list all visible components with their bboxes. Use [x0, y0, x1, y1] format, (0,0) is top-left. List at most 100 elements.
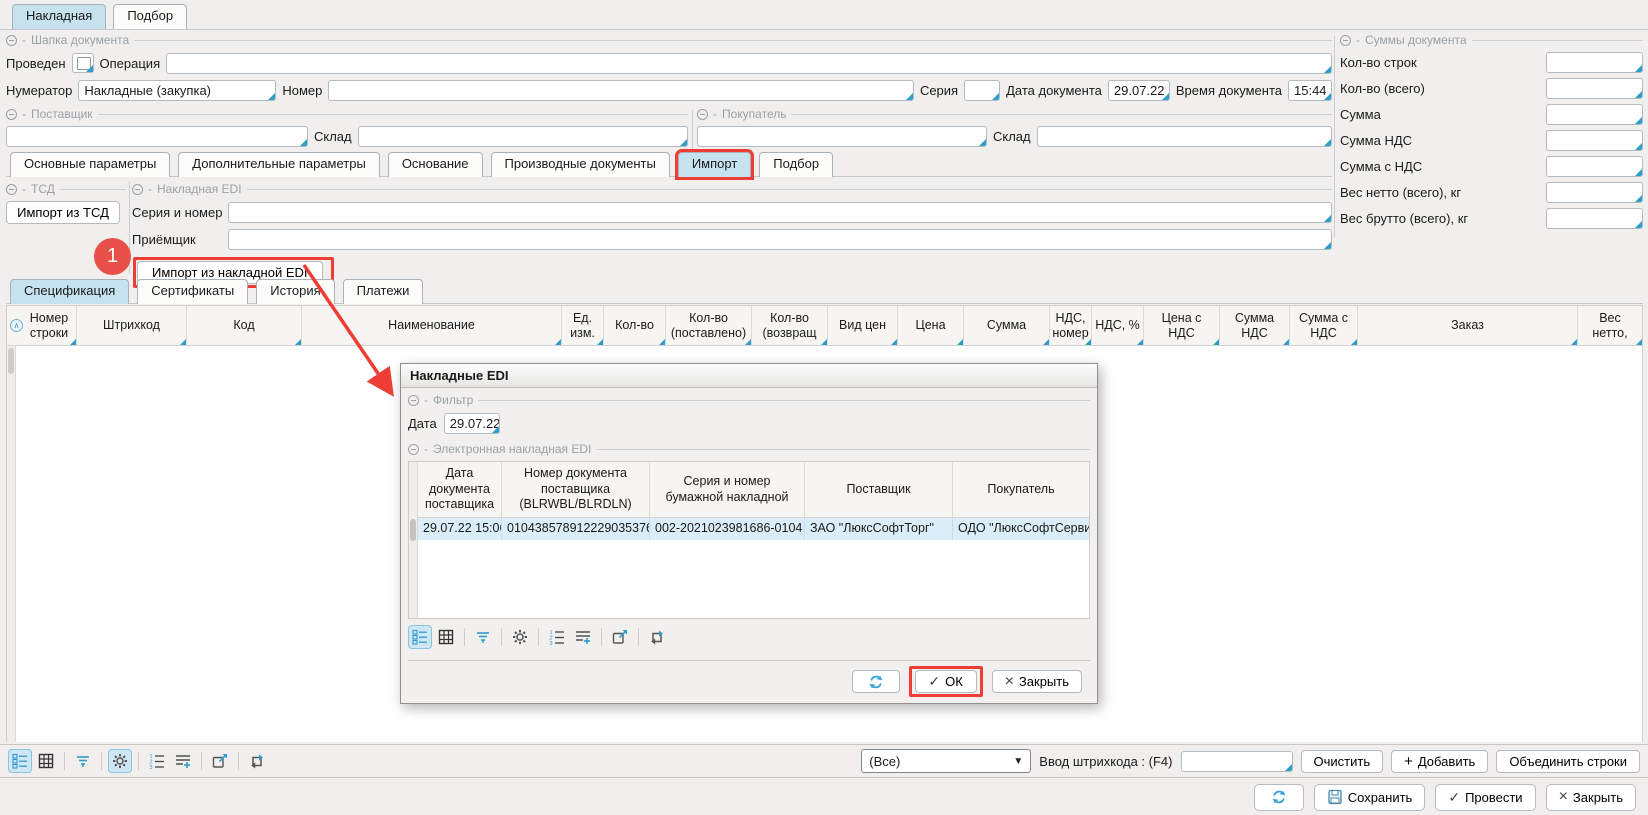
tab-main-params[interactable]: Основные параметры — [10, 152, 170, 177]
supplier-warehouse-input[interactable] — [358, 126, 688, 147]
column-header-unit[interactable]: Ед. изм. — [562, 306, 604, 345]
vertical-scrollbar[interactable] — [409, 462, 418, 618]
column-header-paper-series-number[interactable]: Серия и номер бумажной накладной — [650, 462, 805, 517]
gross-weight-input[interactable] — [1546, 208, 1643, 229]
series-input[interactable] — [964, 80, 1000, 101]
column-header-buyer[interactable]: Покупатель — [953, 462, 1089, 517]
column-header-vat-percent[interactable]: НДС, % — [1092, 306, 1144, 345]
sum-input[interactable] — [1546, 104, 1643, 125]
edi-series-number-input[interactable] — [228, 202, 1332, 223]
sum-with-vat-input[interactable] — [1546, 156, 1643, 177]
net-weight-input[interactable] — [1546, 182, 1643, 203]
scrollbar-thumb[interactable] — [410, 519, 416, 541]
tab-derived-docs[interactable]: Производные документы — [491, 152, 670, 177]
post-button[interactable]: ✓ Провести — [1435, 784, 1535, 811]
column-header-net-weight[interactable]: Вес нетто, — [1578, 306, 1642, 345]
column-header-price[interactable]: Цена — [898, 306, 964, 345]
reload-icon[interactable] — [645, 625, 669, 649]
column-header-qty[interactable]: Кол-во — [604, 306, 666, 345]
numerator-input[interactable]: Накладные (закупка) — [78, 80, 276, 101]
collapse-icon[interactable] — [6, 35, 17, 46]
add-rows-icon[interactable] — [571, 625, 595, 649]
open-external-icon[interactable] — [608, 625, 632, 649]
checklist-view-icon[interactable] — [8, 749, 32, 773]
tab-extra-params[interactable]: Дополнительные параметры — [178, 152, 380, 177]
legend-line — [596, 449, 1090, 450]
tab-payments[interactable]: Платежи — [343, 279, 424, 304]
open-external-icon[interactable] — [208, 749, 232, 773]
gear-icon[interactable] — [108, 749, 132, 773]
operation-input[interactable] — [166, 53, 1332, 74]
refresh-button[interactable] — [852, 670, 900, 693]
column-header-code[interactable]: Код — [187, 306, 302, 345]
edi-receiver-input[interactable] — [228, 229, 1332, 250]
qty-total-input[interactable] — [1546, 78, 1643, 99]
collapse-icon[interactable] — [408, 395, 419, 406]
doc-time-input[interactable]: 15:44 — [1288, 80, 1332, 101]
import-from-tsd-button[interactable]: Импорт из ТСД — [6, 201, 120, 224]
collapse-icon[interactable] — [697, 109, 708, 120]
filter-date-input[interactable]: 29.07.22 — [444, 413, 500, 434]
tab-specification[interactable]: Спецификация — [10, 279, 129, 304]
collapse-icon[interactable] — [408, 444, 419, 455]
filter-icon[interactable] — [71, 749, 95, 773]
supplier-input[interactable] — [6, 126, 308, 147]
tab-certificates[interactable]: Сертификаты — [137, 279, 248, 304]
column-header-supplier-doc-number[interactable]: Номер документа поставщика (BLRWBL/BLRDL… — [502, 462, 650, 517]
column-header-supplier[interactable]: Поставщик — [805, 462, 953, 517]
tab-history[interactable]: История — [256, 279, 334, 304]
vertical-scrollbar[interactable] — [7, 346, 16, 742]
buyer-input[interactable] — [697, 126, 987, 147]
collapse-icon[interactable] — [132, 184, 143, 195]
row-filter-select[interactable]: (Все) ▼ — [861, 749, 1031, 773]
numbered-list-icon[interactable] — [145, 749, 169, 773]
collapse-icon[interactable] — [6, 109, 17, 120]
dialog-close-button[interactable]: × Закрыть — [992, 670, 1082, 693]
column-header-qty-delivered[interactable]: Кол-во (поставлено) — [666, 306, 752, 345]
column-header-qty-returned[interactable]: Кол-во (возвращ — [752, 306, 828, 345]
column-header-sum-with-vat[interactable]: Сумма с НДС — [1290, 306, 1358, 345]
column-header-barcode[interactable]: Штрихкод — [77, 306, 187, 345]
sort-icon[interactable]: ∧ — [10, 319, 23, 332]
rows-count-input[interactable] — [1546, 52, 1643, 73]
filter-icon[interactable] — [471, 625, 495, 649]
ok-button[interactable]: ✓ ОК — [915, 670, 977, 693]
checklist-view-icon[interactable] — [408, 625, 432, 649]
number-input[interactable] — [328, 80, 914, 101]
column-header-supplier-doc-date[interactable]: Дата документа поставщика — [418, 462, 502, 517]
edi-invoice-row[interactable]: 29.07.22 15:06 0104385789122290353765 00… — [418, 518, 1089, 540]
doc-date-input[interactable]: 29.07.22 — [1108, 80, 1170, 101]
reload-icon[interactable] — [245, 749, 269, 773]
close-button[interactable]: × Закрыть — [1546, 784, 1636, 811]
save-button[interactable]: Сохранить — [1314, 784, 1426, 811]
column-header-price-type[interactable]: Вид цен — [828, 306, 898, 345]
column-header-name[interactable]: Наименование — [302, 306, 562, 345]
refresh-button[interactable] — [1254, 784, 1304, 811]
sum-vat-input[interactable] — [1546, 130, 1643, 151]
column-header-row-number[interactable]: ∧ Номер строки — [7, 306, 77, 345]
column-header-vat-number[interactable]: НДС, номер — [1050, 306, 1092, 345]
posted-checkbox[interactable] — [72, 53, 94, 73]
column-header-price-with-vat[interactable]: Цена с НДС — [1144, 306, 1220, 345]
tab-invoice[interactable]: Накладная — [12, 4, 106, 29]
column-header-sum-vat[interactable]: Сумма НДС — [1220, 306, 1290, 345]
table-grid-icon[interactable] — [434, 625, 458, 649]
collapse-icon[interactable] — [6, 184, 17, 195]
add-row-button[interactable]: + Добавить — [1391, 750, 1488, 773]
barcode-input[interactable] — [1181, 751, 1293, 772]
clear-button[interactable]: Очистить — [1301, 750, 1384, 773]
add-rows-icon[interactable] — [171, 749, 195, 773]
collapse-icon[interactable] — [1340, 35, 1351, 46]
buyer-warehouse-input[interactable] — [1037, 126, 1332, 147]
column-header-order[interactable]: Заказ — [1358, 306, 1578, 345]
tab-selection[interactable]: Подбор — [113, 4, 187, 29]
column-header-sum[interactable]: Сумма — [964, 306, 1050, 345]
table-grid-icon[interactable] — [34, 749, 58, 773]
gear-icon[interactable] — [508, 625, 532, 649]
tab-basis[interactable]: Основание — [388, 152, 483, 177]
tab-import[interactable]: Импорт — [678, 152, 751, 177]
tab-podbor-params[interactable]: Подбор — [759, 152, 833, 177]
merge-rows-button[interactable]: Объединить строки — [1496, 750, 1640, 773]
numbered-list-icon[interactable] — [545, 625, 569, 649]
scrollbar-thumb[interactable] — [8, 348, 14, 374]
